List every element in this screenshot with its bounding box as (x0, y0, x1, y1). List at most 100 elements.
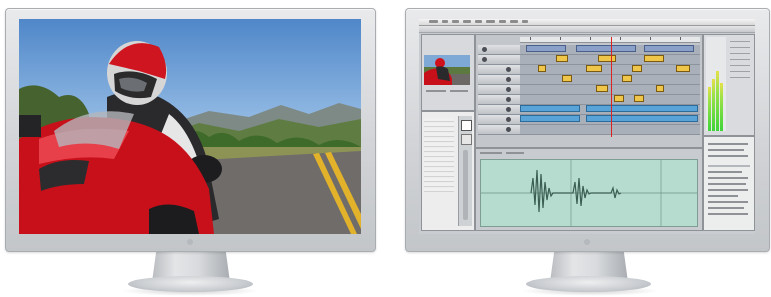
track-header[interactable] (478, 75, 520, 85)
video-clip[interactable] (644, 45, 694, 52)
title-clip[interactable] (676, 65, 690, 72)
audio-clip[interactable] (586, 115, 698, 122)
meter-list-line (730, 59, 750, 60)
track-header[interactable] (478, 65, 520, 75)
audio-clip[interactable] (520, 105, 580, 112)
audio-waveform-view[interactable] (480, 159, 698, 227)
browser-row[interactable] (424, 128, 454, 132)
razor-tool-icon[interactable] (461, 120, 472, 131)
track-lock-icon[interactable] (506, 87, 511, 92)
track-header[interactable] (478, 105, 520, 115)
browser-row[interactable] (424, 173, 454, 177)
left-monitor-screen (19, 19, 361, 234)
browser-row[interactable] (424, 143, 454, 147)
menu-item[interactable] (429, 20, 438, 23)
right-monitor-foot (526, 276, 651, 292)
title-clip[interactable] (632, 65, 642, 72)
browser-panel (421, 111, 475, 231)
audio-clip[interactable] (520, 115, 580, 122)
scrollbar[interactable] (463, 150, 468, 220)
timeline-playhead[interactable] (611, 37, 612, 137)
title-clip[interactable] (556, 55, 568, 62)
browser-row[interactable] (424, 118, 454, 122)
editor-tab[interactable] (480, 152, 502, 154)
level-meter (708, 87, 711, 131)
meter-list-line (730, 65, 750, 66)
viewer-timecode (450, 90, 468, 92)
video-clip[interactable] (526, 45, 566, 52)
title-clip[interactable] (614, 95, 624, 102)
inspector-panel (703, 136, 755, 231)
timeline-ruler (520, 37, 700, 43)
browser-row[interactable] (424, 158, 454, 162)
track-lock-icon[interactable] (506, 67, 511, 72)
apple-logo-icon (187, 239, 193, 245)
browser-row[interactable] (424, 133, 454, 137)
track-header[interactable] (478, 45, 520, 55)
menu-item[interactable] (499, 20, 506, 23)
editor-tab[interactable] (506, 152, 524, 154)
audio-clip[interactable] (586, 105, 698, 112)
title-clip[interactable] (634, 95, 644, 102)
track-lock-icon[interactable] (506, 127, 511, 132)
browser-row[interactable] (424, 178, 454, 182)
track-lock-icon[interactable] (506, 77, 511, 82)
title-clip[interactable] (562, 75, 572, 82)
title-clip[interactable] (596, 85, 608, 92)
menu-item[interactable] (475, 20, 482, 23)
title-clip[interactable] (656, 85, 664, 92)
ruler-tick (650, 37, 651, 40)
browser-row[interactable] (424, 168, 454, 172)
track-header[interactable] (478, 125, 520, 135)
inspector-line (708, 177, 748, 179)
canvas-viewer (424, 55, 470, 85)
title-clip[interactable] (622, 75, 632, 82)
viewer-timecode (426, 90, 446, 92)
video-clip[interactable] (576, 45, 636, 52)
menu-item[interactable] (452, 20, 459, 23)
timeline-track (520, 125, 700, 135)
browser-row[interactable] (424, 138, 454, 142)
title-clip[interactable] (538, 65, 546, 72)
browser-row[interactable] (424, 148, 454, 152)
menu-bar (419, 19, 755, 26)
track-lock-icon[interactable] (506, 117, 511, 122)
browser-row[interactable] (424, 153, 454, 157)
title-clip[interactable] (586, 65, 602, 72)
title-clip[interactable] (644, 55, 664, 62)
ruler-tick (530, 37, 531, 40)
level-meter (716, 71, 719, 131)
audio-waveform (481, 160, 697, 226)
viewer-frame-thumbnail (424, 55, 470, 85)
menu-item[interactable] (522, 20, 528, 23)
browser-row[interactable] (424, 188, 454, 192)
right-monitor-screen (419, 19, 755, 234)
track-header[interactable] (478, 115, 520, 125)
inspector-line (708, 213, 748, 215)
inspector-line (708, 155, 748, 157)
track-visibility-icon[interactable] (482, 57, 487, 62)
browser-row[interactable] (424, 183, 454, 187)
ruler-tick (680, 37, 681, 40)
browser-row[interactable] (424, 123, 454, 127)
menu-item[interactable] (463, 20, 471, 23)
track-lock-icon[interactable] (506, 107, 511, 112)
level-meter (712, 79, 715, 131)
browser-row[interactable] (424, 163, 454, 167)
track-lock-icon[interactable] (506, 97, 511, 102)
track-header[interactable] (478, 85, 520, 95)
timeline-track (520, 85, 700, 95)
video-editor-app (419, 19, 755, 234)
track-header[interactable] (478, 55, 520, 65)
inspector-line (708, 189, 748, 191)
menu-item[interactable] (442, 20, 448, 23)
title-clip[interactable] (598, 55, 616, 62)
meter-area (706, 37, 726, 131)
meter-list-line (730, 77, 750, 78)
menu-item[interactable] (510, 20, 518, 23)
inspector-line (708, 143, 748, 145)
select-tool-icon[interactable] (461, 134, 472, 145)
track-visibility-icon[interactable] (482, 47, 487, 52)
track-header[interactable] (478, 95, 520, 105)
menu-item[interactable] (486, 20, 495, 23)
